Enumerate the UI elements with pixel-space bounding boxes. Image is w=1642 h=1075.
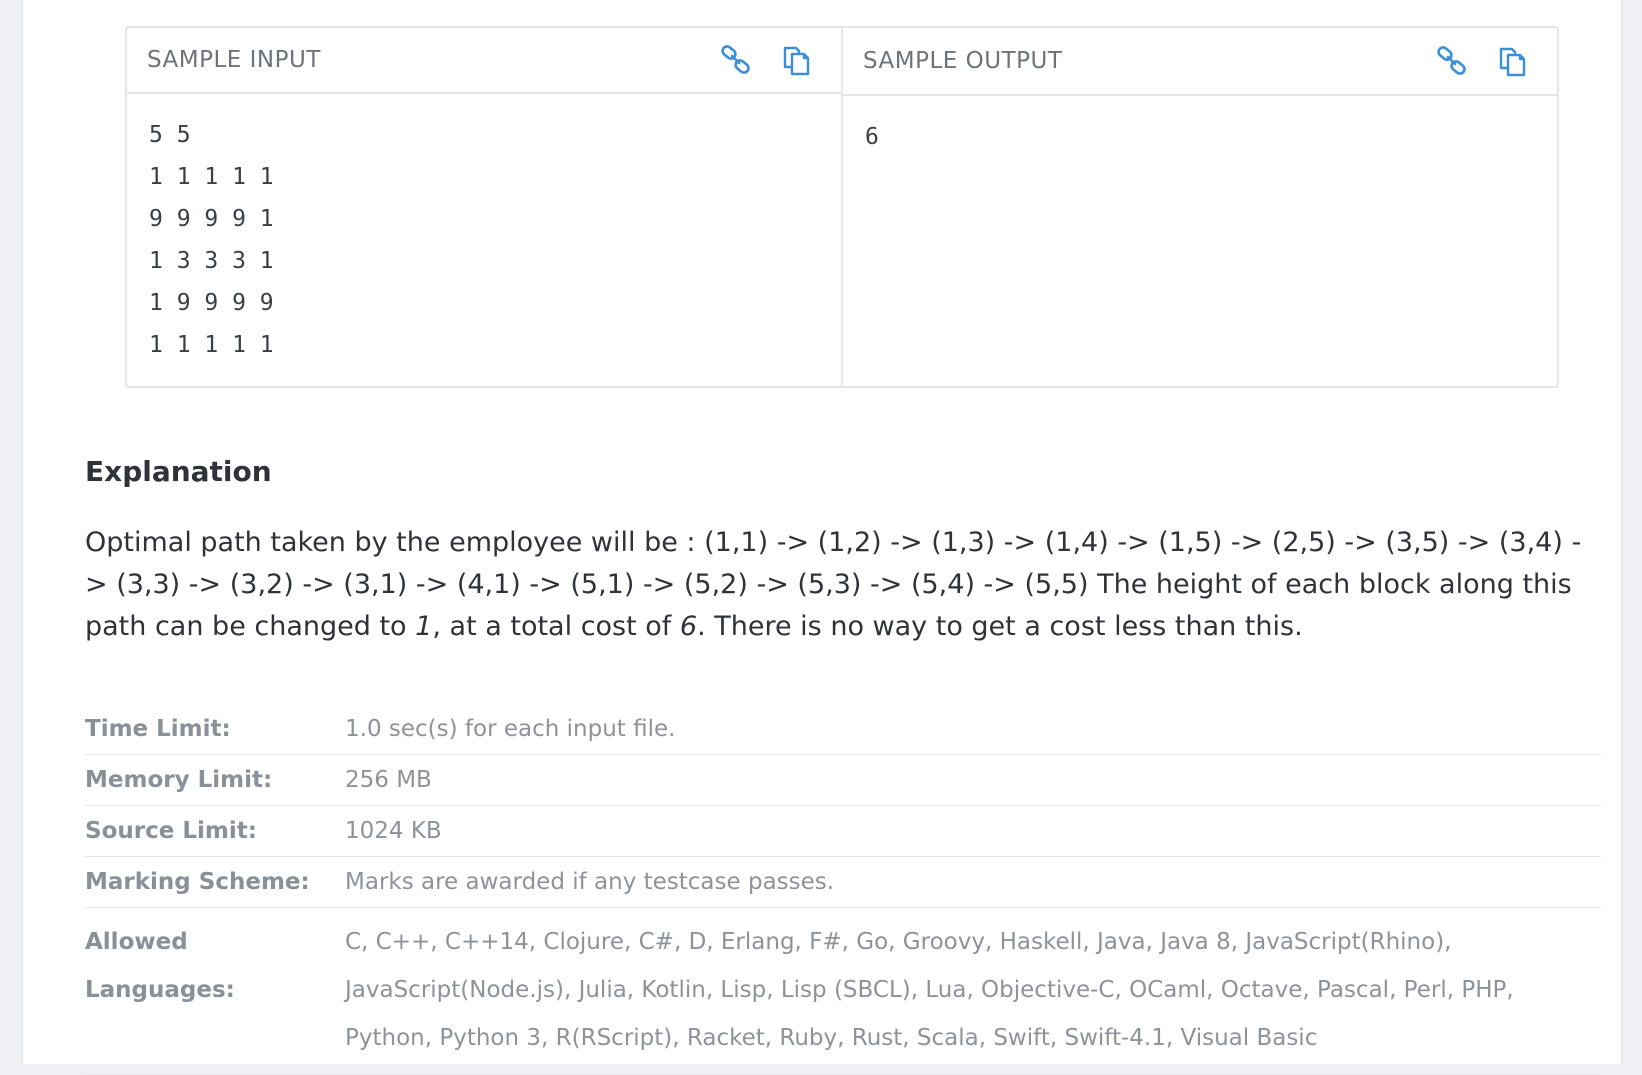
limit-label: Source Limit: [85, 818, 257, 844]
limit-value: Marks are awarded if any testcase passes… [345, 869, 835, 895]
explanation-emphasis: 6 [679, 611, 698, 642]
code-line: 9 9 9 9 1 [149, 206, 274, 232]
limit-value: C, C++, C++14, Clojure, C#, D, Erlang, F… [345, 929, 1514, 1051]
samples-box: SAMPLE INPUT 5 5 1 1 1 1 1 9 9 9 9 1 1 3… [125, 26, 1559, 388]
sample-output-body: 6 [843, 96, 1557, 178]
sample-input-header: SAMPLE INPUT [127, 28, 841, 94]
problem-panel: SAMPLE INPUT 5 5 1 1 1 1 1 9 9 9 9 1 1 3… [22, 0, 1622, 1075]
explanation-text: Optimal path taken by the employee will … [85, 522, 1595, 648]
sample-input-title: SAMPLE INPUT [147, 47, 321, 73]
code-line: 1 9 9 9 9 [149, 290, 274, 316]
sample-output-section: SAMPLE OUTPUT 6 [843, 28, 1557, 386]
explanation-emphasis: 1 [415, 611, 433, 642]
limits-table: Time Limit: 1.0 sec(s) for each input fi… [85, 704, 1601, 1075]
explanation-title: Explanation [85, 455, 272, 488]
explanation-text-part: . There is no way to get a cost less tha… [697, 611, 1303, 642]
limit-row-time: Time Limit: 1.0 sec(s) for each input fi… [85, 704, 1601, 755]
code-line: 1 1 1 1 1 [149, 164, 274, 190]
copy-icon[interactable] [1495, 44, 1529, 78]
limit-row-languages: Allowed Languages: C, C++, C++14, Clojur… [85, 908, 1601, 1075]
limit-value: 1024 KB [345, 818, 442, 844]
limit-value: 256 MB [345, 767, 432, 793]
link-icon[interactable] [1435, 44, 1469, 78]
sample-input-section: SAMPLE INPUT 5 5 1 1 1 1 1 9 9 9 9 1 1 3… [127, 28, 843, 386]
limit-row-marking: Marking Scheme: Marks are awarded if any… [85, 857, 1601, 908]
code-line: 1 3 3 3 1 [149, 248, 274, 274]
explanation-text-part: , at a total cost of [432, 611, 680, 642]
limit-value: 1.0 sec(s) for each input file. [345, 716, 676, 742]
sample-input-body: 5 5 1 1 1 1 1 9 9 9 9 1 1 3 3 3 1 1 9 9 … [127, 94, 841, 386]
sample-output-title: SAMPLE OUTPUT [863, 48, 1063, 74]
code-line: 5 5 [149, 122, 191, 148]
code-line: 6 [865, 124, 879, 150]
code-line: 1 1 1 1 1 [149, 332, 274, 358]
sample-output-tools [1435, 44, 1529, 78]
limit-label: Allowed Languages: [85, 929, 235, 1003]
link-icon[interactable] [719, 43, 753, 77]
limit-row-memory: Memory Limit: 256 MB [85, 755, 1601, 806]
limit-label: Time Limit: [85, 716, 231, 742]
limit-label: Memory Limit: [85, 767, 273, 793]
limit-label: Marking Scheme: [85, 869, 310, 895]
limit-row-source: Source Limit: 1024 KB [85, 806, 1601, 857]
sample-input-tools [719, 43, 813, 77]
copy-icon[interactable] [779, 43, 813, 77]
sample-output-header: SAMPLE OUTPUT [843, 28, 1557, 96]
